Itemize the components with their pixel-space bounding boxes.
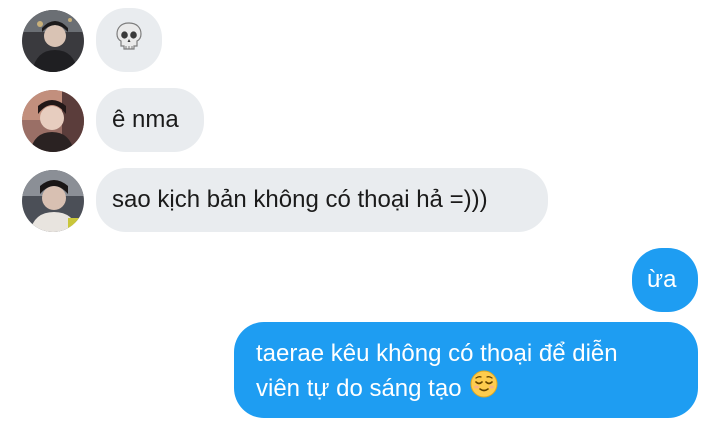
chat-thread: ê nma sao kịch bản không có thoại hả =))… xyxy=(0,0,720,422)
avatar-photo xyxy=(22,90,84,152)
message-bubble-outgoing[interactable]: taerae kêu không có thoại để diễn viên t… xyxy=(234,322,698,418)
message-bubble-incoming[interactable]: sao kịch bản không có thoại hả =))) xyxy=(96,168,548,232)
message-bubble-incoming[interactable]: ê nma xyxy=(96,88,204,152)
avatar[interactable] xyxy=(22,90,84,152)
message-text: sao kịch bản không có thoại hả =))) xyxy=(112,186,488,213)
avatar[interactable] xyxy=(22,170,84,232)
message-text: ừa xyxy=(647,266,677,293)
relieved-face-icon xyxy=(470,370,498,407)
avatar-photo xyxy=(22,170,84,232)
message-text-line: taerae kêu không có thoại để diễn xyxy=(256,340,618,367)
avatar-photo xyxy=(22,10,84,72)
message-bubble-incoming[interactable] xyxy=(96,8,162,72)
avatar[interactable] xyxy=(22,10,84,72)
skull-icon xyxy=(116,21,142,59)
message-text-line-with-emoji: viên tự do sáng tạo xyxy=(256,370,698,407)
message-text-line: viên tự do sáng tạo xyxy=(256,374,462,402)
message-bubble-outgoing[interactable]: ừa xyxy=(632,248,698,312)
message-text: ê nma xyxy=(112,106,179,133)
